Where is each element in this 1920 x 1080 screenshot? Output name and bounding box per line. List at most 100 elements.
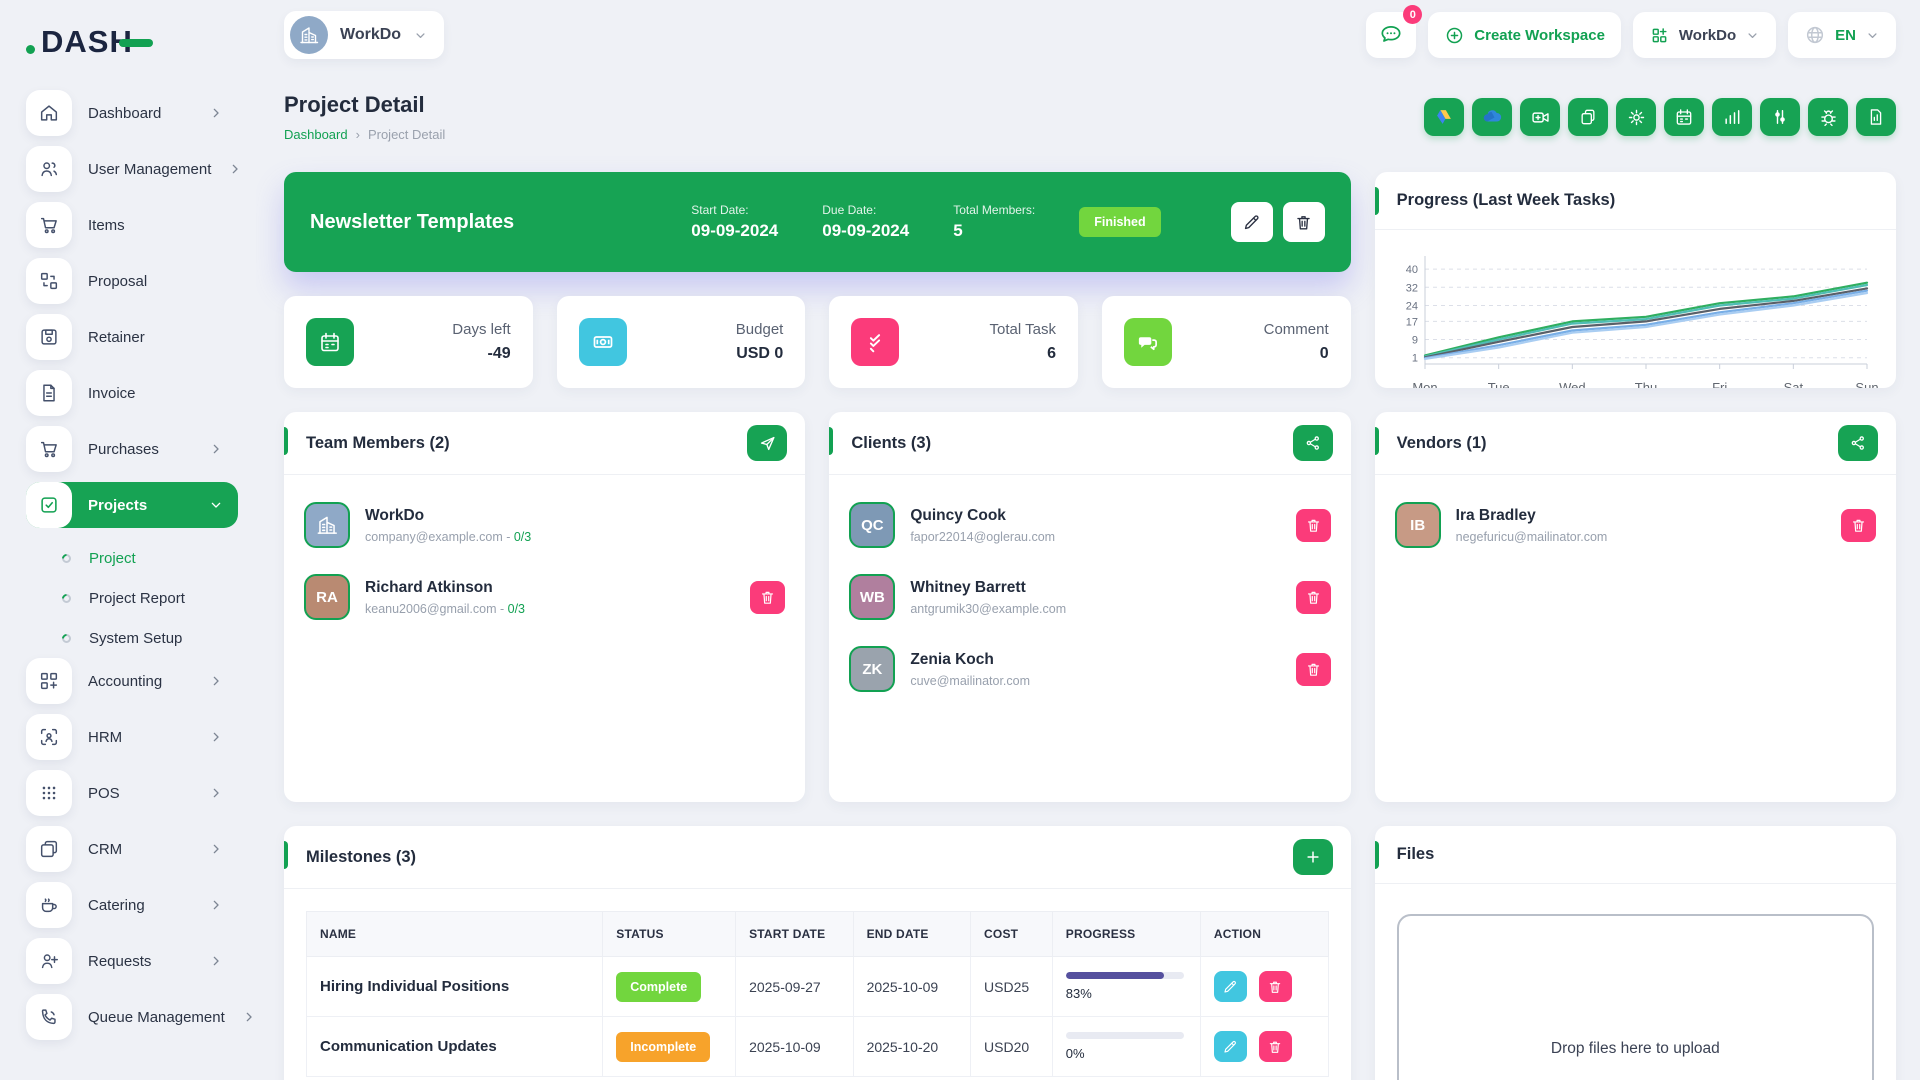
total-members-value: 5 xyxy=(953,221,1035,241)
remove-client-button[interactable] xyxy=(1296,581,1331,614)
edit-project-button[interactable] xyxy=(1231,202,1273,242)
sidebar-item-invoice[interactable]: Invoice xyxy=(26,370,238,416)
dots-grid-icon xyxy=(26,770,72,816)
avatar: RA xyxy=(304,574,350,620)
edit-milestone-button[interactable] xyxy=(1214,971,1247,1002)
file-dropzone[interactable]: Drop files here to upload xyxy=(1397,914,1874,1080)
banknote-icon xyxy=(579,318,627,366)
chevron-right-icon xyxy=(208,441,224,457)
svg-text:24: 24 xyxy=(1405,300,1417,312)
pencil-icon xyxy=(1222,979,1238,995)
sidebar-item-queue-management[interactable]: Queue Management xyxy=(26,994,238,1040)
delete-project-button[interactable] xyxy=(1283,202,1325,242)
pencil-icon xyxy=(1242,213,1261,232)
sidebar-item-pos[interactable]: POS xyxy=(26,770,238,816)
sidebar-item-requests[interactable]: Requests xyxy=(26,938,238,984)
drive-icon[interactable] xyxy=(1424,98,1464,136)
stat-value: 6 xyxy=(990,345,1056,363)
messenger-button[interactable]: 0 xyxy=(1366,12,1416,58)
chevron-right-icon xyxy=(208,105,224,121)
svg-text:Thu: Thu xyxy=(1634,380,1656,388)
card-header: Progress (Last Week Tasks) xyxy=(1375,172,1896,230)
delete-milestone-button[interactable] xyxy=(1259,1031,1292,1062)
pencil-icon xyxy=(1222,1039,1238,1055)
column-header-action: ACTION xyxy=(1200,912,1328,957)
vendors-title: Vendors (1) xyxy=(1397,434,1838,453)
sidebar-item-retainer[interactable]: Retainer xyxy=(26,314,238,360)
share-clients-button[interactable] xyxy=(1293,425,1333,461)
invite-member-button[interactable] xyxy=(747,425,787,461)
sliders-icon[interactable] xyxy=(1760,98,1800,136)
remove-client-button[interactable] xyxy=(1296,653,1331,686)
sidebar-subitem-project[interactable]: Project xyxy=(26,538,256,578)
sidebar-item-crm[interactable]: CRM xyxy=(26,826,238,872)
calendar-icon[interactable] xyxy=(1664,98,1704,136)
sidebar-item-user-management[interactable]: User Management xyxy=(26,146,238,192)
card-header: Files xyxy=(1375,826,1896,884)
sidebar-item-proposal[interactable]: Proposal xyxy=(26,258,238,304)
sidebar-item-catering[interactable]: Catering xyxy=(26,882,238,928)
sidebar-item-label: CRM xyxy=(88,841,192,858)
bar-chart-icon[interactable] xyxy=(1712,98,1752,136)
language-label: EN xyxy=(1835,27,1856,44)
remove-member-button[interactable] xyxy=(750,581,785,614)
sidebar-item-accounting[interactable]: Accounting xyxy=(26,658,238,704)
sidebar-item-label: HRM xyxy=(88,729,192,746)
column-header-progress: PROGRESS xyxy=(1052,912,1200,957)
add-milestone-button[interactable] xyxy=(1293,839,1333,875)
sidebar-item-dashboard[interactable]: Dashboard xyxy=(26,90,238,136)
delete-milestone-button[interactable] xyxy=(1259,971,1292,1002)
milestones-card: Milestones (3) NAME STATUS START DATE EN… xyxy=(284,826,1351,1080)
share-vendors-button[interactable] xyxy=(1838,425,1878,461)
files-title: Files xyxy=(1397,845,1878,864)
sidebar-item-hrm[interactable]: HRM xyxy=(26,714,238,760)
workspace-switcher[interactable]: WorkDo xyxy=(1633,12,1776,58)
globe-icon xyxy=(1804,24,1826,46)
sidebar-item-label: User Management xyxy=(88,161,211,178)
workspace-chip[interactable]: WorkDo xyxy=(284,11,444,59)
breadcrumb-dashboard-link[interactable]: Dashboard xyxy=(284,127,348,142)
quick-toolbar xyxy=(1424,98,1896,136)
sidebar-item-label: Proposal xyxy=(88,273,238,290)
language-selector[interactable]: EN xyxy=(1788,12,1896,58)
calendar-icon xyxy=(306,318,354,366)
column-header-name: NAME xyxy=(307,912,603,957)
list-item: QC Quincy Cook fapor22014@oglerau.com xyxy=(829,489,1350,561)
start-date-field: Start Date: 09-09-2024 xyxy=(691,203,778,241)
due-date-label: Due Date: xyxy=(822,203,909,217)
topbar: WorkDo 0 Create Workspace WorkDo EN xyxy=(256,0,1920,70)
sidebar-subitem-project-report[interactable]: Project Report xyxy=(26,578,256,618)
report-file-icon[interactable] xyxy=(1856,98,1896,136)
start-date-value: 09-09-2024 xyxy=(691,221,778,241)
sidebar-subitem-system-setup[interactable]: System Setup xyxy=(26,618,256,658)
brand-logo[interactable]: DASH xyxy=(26,20,256,64)
milestone-cost: USD20 xyxy=(971,1017,1053,1077)
plus-circle-icon xyxy=(1444,25,1465,46)
create-workspace-button[interactable]: Create Workspace xyxy=(1428,12,1621,58)
video-plus-icon[interactable] xyxy=(1520,98,1560,136)
trash-icon xyxy=(1305,589,1322,606)
trash-icon xyxy=(1267,979,1283,995)
gear-icon[interactable] xyxy=(1616,98,1656,136)
page-header: Project Detail Dashboard › Project Detai… xyxy=(284,86,1896,148)
card-header: Team Members (2) xyxy=(284,412,805,475)
bug-icon[interactable] xyxy=(1808,98,1848,136)
member-email: keanu2006@gmail.com - 0/3 xyxy=(365,602,750,616)
milestone-start-date: 2025-10-09 xyxy=(736,1017,853,1077)
stat-label: Days left xyxy=(452,321,510,338)
sidebar-item-projects[interactable]: Projects xyxy=(26,482,238,528)
avatar: QC xyxy=(849,502,895,548)
remove-client-button[interactable] xyxy=(1296,509,1331,542)
sidebar-item-purchases[interactable]: Purchases xyxy=(26,426,238,472)
remove-vendor-button[interactable] xyxy=(1841,509,1876,542)
sidebar-item-label: Items xyxy=(88,217,238,234)
onedrive-icon[interactable] xyxy=(1472,98,1512,136)
edit-milestone-button[interactable] xyxy=(1214,1031,1247,1062)
person-plus-icon xyxy=(26,938,72,984)
cart-icon xyxy=(26,202,72,248)
trash-icon xyxy=(1850,517,1867,534)
chevron-down-icon xyxy=(413,28,428,43)
copy-icon[interactable] xyxy=(1568,98,1608,136)
sidebar-item-items[interactable]: Items xyxy=(26,202,238,248)
progress-percent: 83% xyxy=(1066,986,1187,1001)
